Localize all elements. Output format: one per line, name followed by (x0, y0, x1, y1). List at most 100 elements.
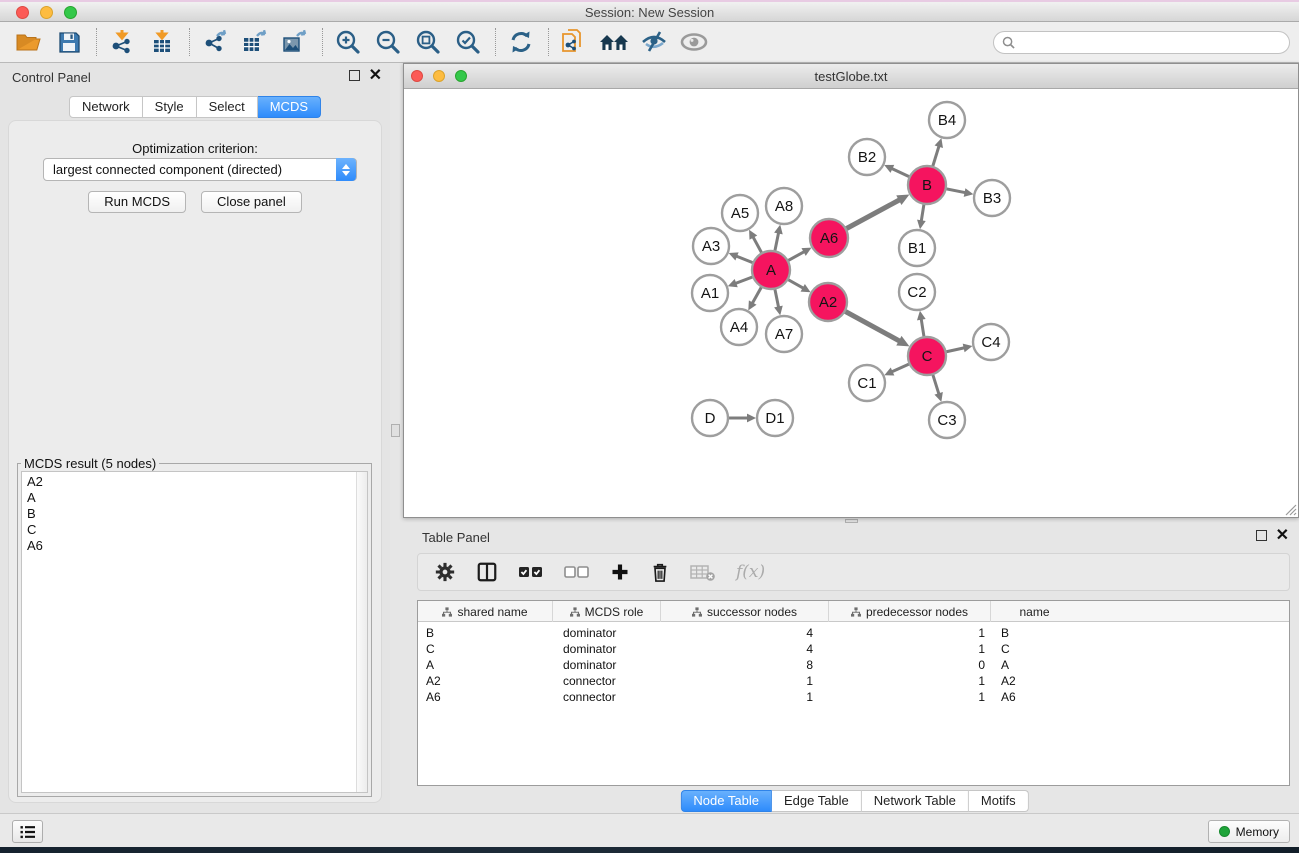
table-settings-gear-icon[interactable] (434, 561, 456, 583)
table-cell[interactable]: 1 (829, 689, 991, 705)
table-cell[interactable]: A6 (991, 689, 1078, 705)
tab-style[interactable]: Style (143, 96, 197, 118)
application-window: Session: New Session (0, 0, 1299, 853)
zoom-in-icon[interactable] (331, 26, 365, 58)
table-cell[interactable]: connector (553, 689, 661, 705)
table-cell[interactable]: dominator (553, 641, 661, 657)
tab-select[interactable]: Select (197, 96, 258, 118)
search-field[interactable] (993, 31, 1290, 54)
node-label-C1: C1 (857, 375, 876, 392)
table-cell[interactable]: A6 (418, 689, 553, 705)
network-window-titlebar[interactable]: testGlobe.txt (404, 64, 1298, 89)
table-cell[interactable]: 1 (829, 625, 991, 641)
result-list-item[interactable]: A (25, 490, 353, 506)
zoom-out-icon[interactable] (371, 26, 405, 58)
show-columns-icon[interactable] (476, 561, 498, 583)
result-list-item[interactable]: A6 (25, 538, 353, 554)
save-session-icon[interactable] (52, 26, 86, 58)
table-cell[interactable] (1078, 641, 1289, 657)
table-cell[interactable]: dominator (553, 625, 661, 641)
show-graphics-details-icon[interactable] (677, 26, 711, 58)
table-cell[interactable] (1078, 625, 1289, 641)
export-image-icon[interactable] (278, 26, 312, 58)
table-row[interactable]: Cdominator41C (418, 641, 1289, 657)
column-header-successor-nodes[interactable]: successor nodes (661, 601, 829, 622)
table-row[interactable]: Bdominator41B (418, 625, 1289, 641)
zoom-fit-icon[interactable] (411, 26, 445, 58)
resize-grip-icon[interactable] (1284, 503, 1297, 516)
node-table[interactable]: shared nameMCDS rolesuccessor nodesprede… (417, 600, 1290, 786)
table-cell[interactable]: A2 (418, 673, 553, 689)
criterion-select[interactable]: largest connected component (directed) (43, 158, 357, 181)
table-row[interactable]: A2connector11A2 (418, 673, 1289, 689)
column-header-predecessor-nodes[interactable]: predecessor nodes (829, 601, 991, 622)
network-graph[interactable]: A5A8A3A1A4A7AA6A2BB2B4B3B1CC2C4C1C3DD1 (404, 89, 1298, 517)
deselect-all-icon[interactable] (564, 564, 590, 580)
tab-mcds[interactable]: MCDS (258, 96, 321, 118)
table-cell[interactable]: B (418, 625, 553, 641)
table-cell[interactable]: 1 (829, 641, 991, 657)
table-row[interactable]: A6connector11A6 (418, 689, 1289, 705)
table-cell[interactable]: 1 (661, 673, 829, 689)
table-cell[interactable]: dominator (553, 657, 661, 673)
result-list-scrollbar[interactable] (356, 472, 367, 792)
table-cell[interactable]: 4 (661, 641, 829, 657)
delete-column-icon[interactable] (650, 561, 670, 583)
open-network-file-icon[interactable] (557, 26, 591, 58)
table-cell[interactable] (1078, 689, 1289, 705)
tab-network-table[interactable]: Network Table (862, 790, 969, 812)
export-network-icon[interactable] (198, 26, 232, 58)
tab-network[interactable]: Network (69, 96, 143, 118)
vertical-divider-handle[interactable] (391, 424, 400, 437)
table-cell[interactable]: 1 (661, 689, 829, 705)
memory-button[interactable]: Memory (1208, 820, 1290, 843)
column-header-shared-name[interactable]: shared name (418, 601, 553, 622)
table-cell[interactable]: C (991, 641, 1078, 657)
table-cell[interactable]: A (418, 657, 553, 673)
table-cell[interactable] (1078, 657, 1289, 673)
zoom-selected-icon[interactable] (451, 26, 485, 58)
table-cell[interactable]: A (991, 657, 1078, 673)
table-cell[interactable]: 0 (829, 657, 991, 673)
table-cell[interactable] (1078, 673, 1289, 689)
result-list-item[interactable]: A2 (25, 474, 353, 490)
result-list-item[interactable]: B (25, 506, 353, 522)
add-column-icon[interactable] (610, 562, 630, 582)
home-icon[interactable] (597, 26, 631, 58)
mcds-result-list[interactable]: A2ABCA6 (21, 471, 368, 793)
close-panel-icon[interactable]: ✕ (369, 70, 382, 81)
table-cell[interactable]: 4 (661, 625, 829, 641)
result-list-item[interactable]: C (25, 522, 353, 538)
float-panel-icon[interactable] (349, 70, 360, 81)
table-cell[interactable]: 8 (661, 657, 829, 673)
open-session-icon[interactable] (12, 26, 46, 58)
network-overview-button[interactable] (12, 820, 43, 843)
tab-node-table[interactable]: Node Table (680, 790, 772, 812)
status-bar: Memory (0, 813, 1299, 847)
close-table-panel-icon[interactable]: ✕ (1276, 530, 1289, 541)
node-label-A7: A7 (775, 326, 793, 343)
network-canvas[interactable]: A5A8A3A1A4A7AA6A2BB2B4B3B1CC2C4C1C3DD1 (404, 89, 1298, 517)
import-table-icon[interactable] (145, 26, 179, 58)
search-input[interactable] (1020, 36, 1289, 50)
close-panel-button[interactable]: Close panel (201, 191, 302, 213)
table-cell[interactable]: 1 (829, 673, 991, 689)
table-cell[interactable]: C (418, 641, 553, 657)
column-header-name[interactable]: name (991, 601, 1078, 622)
table-cell[interactable]: B (991, 625, 1078, 641)
import-network-icon[interactable] (105, 26, 139, 58)
hide-graphics-details-icon[interactable] (637, 26, 671, 58)
refresh-icon[interactable] (504, 26, 538, 58)
column-header-mcds-role[interactable]: MCDS role (553, 601, 661, 622)
table-row[interactable]: Adominator80A (418, 657, 1289, 673)
table-cell[interactable]: connector (553, 673, 661, 689)
tab-edge-table[interactable]: Edge Table (772, 790, 862, 812)
export-table-icon[interactable] (238, 26, 272, 58)
tab-motifs[interactable]: Motifs (969, 790, 1029, 812)
float-table-panel-icon[interactable] (1256, 530, 1267, 541)
run-mcds-button[interactable]: Run MCDS (88, 191, 186, 213)
mcds-result-title: MCDS result (5 nodes) (21, 456, 159, 471)
node-label-B2: B2 (858, 149, 876, 166)
table-cell[interactable]: A2 (991, 673, 1078, 689)
select-all-icon[interactable] (518, 564, 544, 580)
